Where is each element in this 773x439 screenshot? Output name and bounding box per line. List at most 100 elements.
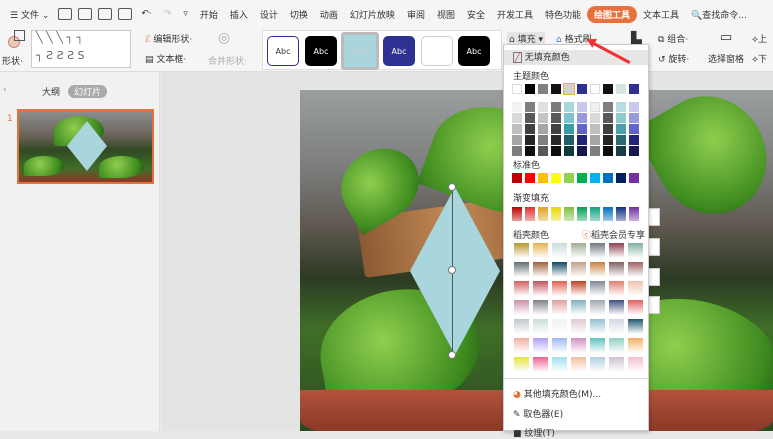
docer-color-swatch[interactable]: [514, 243, 529, 258]
tab-10[interactable]: 特色功能: [539, 8, 587, 21]
tab-text-tools[interactable]: 文本工具: [637, 8, 685, 21]
preview-icon[interactable]: [118, 8, 133, 20]
standard-color-swatch[interactable]: [616, 173, 626, 183]
shade-color-swatch[interactable]: [603, 135, 613, 145]
docer-color-swatch[interactable]: [533, 262, 548, 277]
shade-color-swatch[interactable]: [629, 124, 639, 134]
docer-color-swatch[interactable]: [514, 338, 529, 353]
docer-color-swatch[interactable]: [571, 300, 586, 315]
docer-color-swatch[interactable]: [571, 262, 586, 277]
customize-icon[interactable]: ▿: [177, 9, 194, 19]
style-swatch[interactable]: [421, 36, 453, 66]
texture-option[interactable]: ■ 纹理(T): [504, 426, 648, 439]
tab-4[interactable]: 动画: [314, 8, 344, 21]
docer-color-swatch[interactable]: [628, 319, 643, 334]
standard-color-swatch[interactable]: [512, 173, 522, 183]
docer-member-label[interactable]: ⓒ稻壳会员专享: [582, 228, 648, 241]
standard-color-swatch[interactable]: [564, 173, 574, 183]
tab-drawing-tools[interactable]: 绘图工具: [587, 5, 638, 23]
slide-thumbnail[interactable]: [17, 109, 154, 184]
theme-color-swatch[interactable]: [603, 84, 613, 94]
docer-color-swatch[interactable]: [514, 300, 529, 315]
docer-color-swatch[interactable]: [590, 300, 605, 315]
gradient-swatch[interactable]: [590, 207, 600, 221]
shade-color-swatch[interactable]: [629, 102, 639, 112]
shade-color-swatch[interactable]: [538, 124, 548, 134]
export-icon[interactable]: [78, 8, 93, 20]
shade-color-swatch[interactable]: [629, 113, 639, 123]
tab-5[interactable]: 幻灯片放映: [344, 8, 401, 21]
shade-color-swatch[interactable]: [538, 113, 548, 123]
collapse-icon[interactable]: ‹: [3, 85, 7, 95]
docer-color-swatch[interactable]: [533, 357, 548, 372]
shade-color-swatch[interactable]: [512, 146, 522, 156]
shade-color-swatch[interactable]: [512, 113, 522, 123]
standard-color-swatch[interactable]: [590, 173, 600, 183]
standard-color-swatch[interactable]: [551, 173, 561, 183]
shade-color-swatch[interactable]: [603, 113, 613, 123]
gradient-swatch[interactable]: [512, 207, 522, 221]
shade-color-swatch[interactable]: [603, 146, 613, 156]
shade-color-swatch[interactable]: [564, 146, 574, 156]
docer-color-swatch[interactable]: [552, 262, 567, 277]
selection-pane-button[interactable]: 选择窗格: [708, 52, 744, 65]
docer-color-swatch[interactable]: [533, 281, 548, 296]
docer-color-swatch[interactable]: [552, 300, 567, 315]
resize-handle[interactable]: [448, 266, 456, 274]
style-swatch[interactable]: Abc: [267, 36, 299, 66]
tab-6[interactable]: 审阅: [401, 8, 431, 21]
tab-3[interactable]: 切换: [284, 8, 314, 21]
rotate-button[interactable]: ↺ 旋转·: [658, 52, 689, 65]
tab-9[interactable]: 开发工具: [491, 8, 539, 21]
shade-color-swatch[interactable]: [629, 135, 639, 145]
docer-color-swatch[interactable]: [590, 262, 605, 277]
connector-gallery[interactable]: ╲ ╲ ╲ ┐ ┐ ┐ Ƨ Ƨ Ƨ S: [31, 30, 131, 68]
shade-color-swatch[interactable]: [538, 102, 548, 112]
docer-color-swatch[interactable]: [609, 281, 624, 296]
shade-color-swatch[interactable]: [603, 124, 613, 134]
docer-color-swatch[interactable]: [609, 243, 624, 258]
more-colors-option[interactable]: ◕ 其他填充颜色(M)...: [504, 387, 648, 400]
shade-color-swatch[interactable]: [551, 102, 561, 112]
gradient-swatch[interactable]: [538, 207, 548, 221]
shade-color-swatch[interactable]: [616, 102, 626, 112]
theme-color-swatch[interactable]: [590, 84, 600, 94]
theme-color-swatch[interactable]: [512, 84, 522, 94]
docer-color-swatch[interactable]: [609, 319, 624, 334]
shade-color-swatch[interactable]: [590, 146, 600, 156]
theme-color-swatch[interactable]: [525, 84, 535, 94]
theme-color-swatch[interactable]: [551, 84, 561, 94]
shade-color-swatch[interactable]: [512, 102, 522, 112]
redo-icon[interactable]: ↷: [158, 9, 178, 19]
gradient-swatch[interactable]: [577, 207, 587, 221]
gradient-swatch[interactable]: [564, 207, 574, 221]
shade-color-swatch[interactable]: [590, 113, 600, 123]
docer-color-swatch[interactable]: [609, 262, 624, 277]
tab-outline[interactable]: 大纲: [42, 85, 60, 98]
theme-color-swatch[interactable]: [616, 84, 626, 94]
docer-color-swatch[interactable]: [609, 300, 624, 315]
print-icon[interactable]: [98, 8, 113, 20]
group-button[interactable]: ⧉ 组合·: [658, 32, 688, 45]
docer-color-swatch[interactable]: [514, 262, 529, 277]
resize-handle[interactable]: [448, 183, 456, 191]
docer-color-swatch[interactable]: [628, 357, 643, 372]
eyedropper-option[interactable]: ✎ 取色器(E): [504, 407, 648, 420]
docer-color-swatch[interactable]: [590, 338, 605, 353]
shade-color-swatch[interactable]: [551, 135, 561, 145]
shade-color-swatch[interactable]: [577, 146, 587, 156]
undo-icon[interactable]: ↶·: [135, 9, 157, 19]
tab-0[interactable]: 开始: [194, 8, 224, 21]
docer-color-swatch[interactable]: [552, 243, 567, 258]
shade-color-swatch[interactable]: [525, 146, 535, 156]
docer-color-swatch[interactable]: [609, 338, 624, 353]
shade-color-swatch[interactable]: [538, 146, 548, 156]
docer-color-swatch[interactable]: [514, 357, 529, 372]
docer-color-swatch[interactable]: [533, 300, 548, 315]
shade-color-swatch[interactable]: [512, 124, 522, 134]
docer-color-swatch[interactable]: [571, 338, 586, 353]
docer-color-swatch[interactable]: [533, 243, 548, 258]
gradient-swatch[interactable]: [525, 207, 535, 221]
shade-color-swatch[interactable]: [564, 102, 574, 112]
docer-color-swatch[interactable]: [590, 357, 605, 372]
